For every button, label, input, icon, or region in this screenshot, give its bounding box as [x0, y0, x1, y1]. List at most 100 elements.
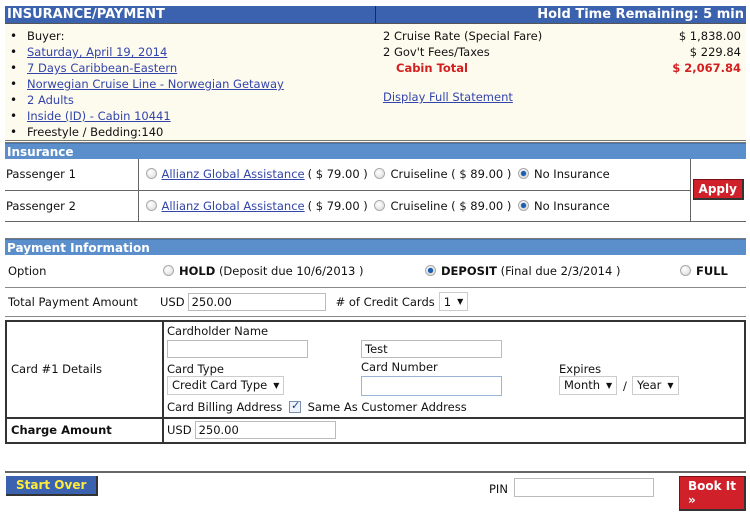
charge-amount-row: Charge Amount USD [7, 416, 744, 442]
cardholder-first-name-input[interactable] [167, 339, 308, 358]
hold-label: HOLD [179, 263, 216, 278]
radio-cruiseline-p2[interactable] [374, 199, 386, 211]
payment-option-row: Option HOLD (Deposit due 10/6/2013 ) DEP… [5, 255, 746, 288]
itinerary-link[interactable]: 7 Days Caribbean-Eastern [27, 61, 177, 75]
list-item[interactable]: Norwegian Cruise Line - Norwegian Getawa… [8, 76, 376, 92]
radio-allianz-p1[interactable] [145, 168, 157, 180]
total-payment-input[interactable] [187, 292, 326, 311]
chevron-down-icon: ▼ [457, 297, 464, 306]
fee-amount: $ 1,838.00 [678, 29, 741, 43]
fee-row: 2 Gov't Fees/Taxes $ 229.84 [383, 44, 741, 60]
footer-actions: Start Over PIN Book It » [5, 473, 746, 511]
buyer-label: Buyer: [8, 28, 376, 44]
radio-deposit[interactable] [425, 264, 436, 276]
billing-address-row: Card Billing Address Same As Customer Ad… [167, 399, 467, 414]
list-item: 2 Adults [8, 92, 376, 108]
radio-no-insurance-p1[interactable] [518, 168, 530, 180]
table-row: Passenger 2 Allianz Global Assistance( $… [5, 189, 746, 222]
cruise-ship-link[interactable]: Norwegian Cruise Line - Norwegian Getawa… [27, 77, 284, 91]
list-item[interactable]: 7 Days Caribbean-Eastern [8, 60, 376, 76]
currency-label: USD [160, 294, 185, 309]
same-address-label: Same As Customer Address [307, 399, 467, 414]
fee-label: 2 Gov't Fees/Taxes [383, 45, 490, 59]
radio-cruiseline-p1[interactable] [374, 168, 386, 180]
cardholder-last-name-input[interactable] [361, 339, 502, 358]
card-type-label: Card Type [167, 361, 224, 376]
same-address-checkbox[interactable] [288, 399, 301, 413]
deposit-label: DEPOSIT [441, 263, 498, 278]
card-details-label: Card #1 Details [7, 321, 164, 417]
total-payment-row: Total Payment Amount USD # of Credit Car… [5, 288, 746, 317]
option-label: Option [8, 263, 47, 278]
display-full-statement-link[interactable]: Display Full Statement [383, 90, 513, 104]
list-item[interactable]: Inside (ID) - Cabin 10441 [8, 108, 376, 124]
charge-amount-label: Charge Amount [7, 418, 164, 442]
radio-allianz-p2[interactable] [145, 199, 157, 211]
cabin-total-label: Cabin Total [396, 61, 468, 75]
pin-input[interactable] [514, 477, 654, 497]
charge-currency: USD [167, 423, 192, 437]
insurance-table: Passenger 1 Allianz Global Assistance( $… [5, 159, 746, 222]
sail-date-link[interactable]: Saturday, April 19, 2014 [27, 45, 167, 59]
list-item: Freestyle / Bedding:140 [8, 124, 376, 140]
expiry-month-value: Month [564, 378, 601, 392]
expiry-year-value: Year [637, 378, 662, 392]
expires-label: Expires [559, 361, 602, 376]
book-it-button[interactable]: Book It » [679, 475, 746, 511]
expiry-separator: / [623, 378, 627, 393]
list-item[interactable]: Saturday, April 19, 2014 [8, 44, 376, 60]
num-cards-select[interactable]: 1 ▼ [438, 292, 469, 311]
price-summary: 2 Cruise Rate (Special Fare) $ 1,838.00 … [376, 24, 746, 140]
card-number-input[interactable] [361, 375, 502, 396]
insurance-section-header: Insurance [5, 143, 746, 159]
cabin-total-row: Cabin Total $ 2,067.84 [383, 60, 741, 76]
passenger-label: Passenger 1 [5, 159, 139, 191]
card-type-value: Credit Card Type [172, 378, 268, 392]
insurance-payment-panel: INSURANCE/PAYMENT Hold Time Remaining: 5… [5, 6, 746, 511]
guests-text: 2 Adults [27, 93, 74, 107]
num-cards-value: 1 [443, 294, 452, 309]
fee-label: 2 Cruise Rate (Special Fare) [383, 29, 543, 43]
deposit-option[interactable]: DEPOSIT (Final due 2/3/2014 ) [425, 264, 680, 278]
allianz-link[interactable]: Allianz Global Assistance [162, 167, 305, 181]
cabin-total-amount: $ 2,067.84 [672, 61, 741, 75]
apply-cell: Apply [689, 159, 746, 222]
total-payment-label: Total Payment Amount [8, 294, 138, 309]
radio-no-insurance-p2[interactable] [518, 199, 530, 211]
start-over-button[interactable]: Start Over [6, 475, 99, 496]
hold-detail: (Deposit due 10/6/2013 ) [218, 263, 364, 278]
hold-option[interactable]: HOLD (Deposit due 10/6/2013 ) [163, 264, 425, 278]
section-spacer [5, 222, 746, 239]
cardholder-name-label: Cardholder Name [167, 323, 269, 338]
no-insurance-label: No Insurance [534, 198, 610, 213]
radio-full[interactable] [680, 264, 691, 276]
full-label: FULL [696, 263, 728, 278]
page-title: INSURANCE/PAYMENT [5, 6, 376, 23]
chevron-down-icon: ▼ [273, 380, 280, 390]
chevron-down-icon: ▼ [606, 380, 613, 390]
no-insurance-label: No Insurance [534, 167, 610, 182]
chevron-down-icon: ▼ [667, 380, 674, 390]
hold-time-remaining: Hold Time Remaining: 5 min [537, 7, 744, 22]
expiry-year-select[interactable]: Year ▼ [632, 375, 679, 395]
passenger-label: Passenger 2 [5, 189, 139, 222]
charge-amount-input[interactable] [194, 421, 336, 439]
card-type-select[interactable]: Credit Card Type ▼ [167, 375, 285, 395]
pin-label: PIN [489, 481, 508, 496]
apply-button[interactable]: Apply [692, 179, 744, 201]
insurance-options: Allianz Global Assistance( $ 79.00 ) Cru… [137, 159, 691, 191]
allianz-price: ( $ 79.00 ) [307, 167, 368, 182]
full-option[interactable]: FULL [680, 264, 728, 278]
billing-address-label: Card Billing Address [167, 399, 283, 414]
charge-amount-field: USD [164, 419, 336, 442]
fee-amount: $ 229.84 [689, 45, 741, 59]
table-row: Passenger 1 Allianz Global Assistance( $… [5, 159, 746, 222]
radio-hold[interactable] [163, 264, 174, 276]
card-fields: Cardholder Name Card Type Credit Card Ty… [164, 322, 744, 417]
form-divider [5, 444, 746, 473]
cabin-link[interactable]: Inside (ID) - Cabin 10441 [27, 109, 171, 123]
deposit-detail: (Final due 2/3/2014 ) [500, 263, 621, 278]
allianz-link[interactable]: Allianz Global Assistance [162, 199, 305, 213]
card-details-row: Card #1 Details Cardholder Name Card Typ… [7, 321, 744, 417]
expiry-month-select[interactable]: Month ▼ [559, 375, 618, 395]
